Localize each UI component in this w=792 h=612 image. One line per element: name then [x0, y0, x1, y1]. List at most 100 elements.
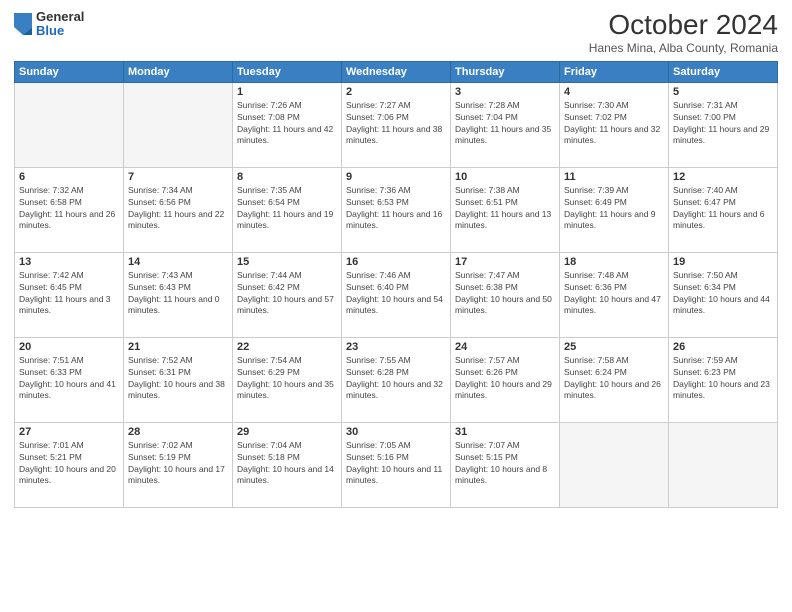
calendar-header-row: Sunday Monday Tuesday Wednesday Thursday… [15, 61, 778, 82]
calendar-cell: 4 Sunrise: 7:30 AM Sunset: 7:02 PM Daylig… [560, 82, 669, 167]
day-number: 12 [673, 171, 773, 183]
calendar-cell: 9 Sunrise: 7:36 AM Sunset: 6:53 PM Daylig… [342, 167, 451, 252]
title-block: October 2024 Hanes Mina, Alba County, Ro… [589, 10, 778, 55]
calendar-cell: 5 Sunrise: 7:31 AM Sunset: 7:00 PM Daylig… [669, 82, 778, 167]
calendar-cell: 30 Sunrise: 7:05 AM Sunset: 5:16 PM Dayli… [342, 422, 451, 507]
calendar-cell: 1 Sunrise: 7:26 AM Sunset: 7:08 PM Daylig… [233, 82, 342, 167]
logo: General Blue [14, 10, 84, 39]
calendar-cell: 21 Sunrise: 7:52 AM Sunset: 6:31 PM Dayli… [124, 337, 233, 422]
day-info: Sunrise: 7:27 AM Sunset: 7:06 PM Dayligh… [346, 100, 446, 148]
calendar-cell: 8 Sunrise: 7:35 AM Sunset: 6:54 PM Daylig… [233, 167, 342, 252]
day-info: Sunrise: 7:38 AM Sunset: 6:51 PM Dayligh… [455, 185, 555, 233]
day-number: 21 [128, 341, 228, 353]
day-number: 18 [564, 256, 664, 268]
day-number: 11 [564, 171, 664, 183]
day-number: 1 [237, 86, 337, 98]
calendar-cell: 16 Sunrise: 7:46 AM Sunset: 6:40 PM Dayli… [342, 252, 451, 337]
day-number: 15 [237, 256, 337, 268]
day-number: 9 [346, 171, 446, 183]
calendar-cell: 25 Sunrise: 7:58 AM Sunset: 6:24 PM Dayli… [560, 337, 669, 422]
location-subtitle: Hanes Mina, Alba County, Romania [589, 41, 778, 55]
day-number: 8 [237, 171, 337, 183]
calendar-cell: 27Sunrise: 7:01 AM Sunset: 5:21 PM Dayli… [15, 422, 124, 507]
header: General Blue October 2024 Hanes Mina, Al… [14, 10, 778, 55]
calendar-cell: 6Sunrise: 7:32 AM Sunset: 6:58 PM Daylig… [15, 167, 124, 252]
calendar-week-2: 6Sunrise: 7:32 AM Sunset: 6:58 PM Daylig… [15, 167, 778, 252]
calendar-cell: 3Sunrise: 7:28 AM Sunset: 7:04 PM Daylig… [451, 82, 560, 167]
day-number: 19 [673, 256, 773, 268]
header-tuesday: Tuesday [233, 61, 342, 82]
page: General Blue October 2024 Hanes Mina, Al… [0, 0, 792, 612]
calendar-cell [124, 82, 233, 167]
day-number: 7 [128, 171, 228, 183]
day-info: Sunrise: 7:34 AM Sunset: 6:56 PM Dayligh… [128, 185, 228, 233]
day-number: 16 [346, 256, 446, 268]
day-info: Sunrise: 7:26 AM Sunset: 7:08 PM Dayligh… [237, 100, 337, 148]
header-monday: Monday [124, 61, 233, 82]
logo-icon [14, 13, 32, 35]
logo-general-text: General [36, 10, 84, 24]
day-number: 14 [128, 256, 228, 268]
calendar-cell: 13Sunrise: 7:42 AM Sunset: 6:45 PM Dayli… [15, 252, 124, 337]
day-number: 20 [19, 341, 119, 353]
day-info: Sunrise: 7:51 AM Sunset: 6:33 PM Dayligh… [19, 355, 119, 403]
calendar-week-1: 1 Sunrise: 7:26 AM Sunset: 7:08 PM Daylig… [15, 82, 778, 167]
day-info: Sunrise: 7:44 AM Sunset: 6:42 PM Dayligh… [237, 270, 337, 318]
day-number: 22 [237, 341, 337, 353]
calendar-cell: 14Sunrise: 7:43 AM Sunset: 6:43 PM Dayli… [124, 252, 233, 337]
day-number: 13 [19, 256, 119, 268]
header-saturday: Saturday [669, 61, 778, 82]
day-info: Sunrise: 7:07 AM Sunset: 5:15 PM Dayligh… [455, 440, 555, 488]
day-info: Sunrise: 7:57 AM Sunset: 6:26 PM Dayligh… [455, 355, 555, 403]
day-info: Sunrise: 7:48 AM Sunset: 6:36 PM Dayligh… [564, 270, 664, 318]
calendar-cell [669, 422, 778, 507]
calendar-week-5: 27Sunrise: 7:01 AM Sunset: 5:21 PM Dayli… [15, 422, 778, 507]
logo-blue-text: Blue [36, 24, 84, 38]
day-number: 29 [237, 426, 337, 438]
month-title: October 2024 [589, 10, 778, 41]
calendar-cell: 18 Sunrise: 7:48 AM Sunset: 6:36 PM Dayli… [560, 252, 669, 337]
day-info: Sunrise: 7:35 AM Sunset: 6:54 PM Dayligh… [237, 185, 337, 233]
day-info: Sunrise: 7:36 AM Sunset: 6:53 PM Dayligh… [346, 185, 446, 233]
day-number: 30 [346, 426, 446, 438]
header-friday: Friday [560, 61, 669, 82]
day-info: Sunrise: 7:54 AM Sunset: 6:29 PM Dayligh… [237, 355, 337, 403]
day-info: Sunrise: 7:39 AM Sunset: 6:49 PM Dayligh… [564, 185, 664, 233]
calendar-cell: 10 Sunrise: 7:38 AM Sunset: 6:51 PM Dayli… [451, 167, 560, 252]
day-info: Sunrise: 7:55 AM Sunset: 6:28 PM Dayligh… [346, 355, 446, 403]
day-number: 4 [564, 86, 664, 98]
day-info: Sunrise: 7:30 AM Sunset: 7:02 PM Dayligh… [564, 100, 664, 148]
day-number: 5 [673, 86, 773, 98]
day-info: Sunrise: 7:46 AM Sunset: 6:40 PM Dayligh… [346, 270, 446, 318]
calendar-cell: 28Sunrise: 7:02 AM Sunset: 5:19 PM Dayli… [124, 422, 233, 507]
calendar-cell: 19Sunrise: 7:50 AM Sunset: 6:34 PM Dayli… [669, 252, 778, 337]
day-number: 24 [455, 341, 555, 353]
calendar-table: Sunday Monday Tuesday Wednesday Thursday… [14, 61, 778, 508]
calendar-cell: 24 Sunrise: 7:57 AM Sunset: 6:26 PM Dayli… [451, 337, 560, 422]
day-info: Sunrise: 7:04 AM Sunset: 5:18 PM Dayligh… [237, 440, 337, 488]
day-info: Sunrise: 7:47 AM Sunset: 6:38 PM Dayligh… [455, 270, 555, 318]
calendar-cell: 22 Sunrise: 7:54 AM Sunset: 6:29 PM Dayli… [233, 337, 342, 422]
calendar-cell: 2Sunrise: 7:27 AM Sunset: 7:06 PM Daylig… [342, 82, 451, 167]
day-number: 17 [455, 256, 555, 268]
calendar-week-4: 20 Sunrise: 7:51 AM Sunset: 6:33 PM Dayli… [15, 337, 778, 422]
day-info: Sunrise: 7:52 AM Sunset: 6:31 PM Dayligh… [128, 355, 228, 403]
header-thursday: Thursday [451, 61, 560, 82]
day-number: 31 [455, 426, 555, 438]
calendar-cell [15, 82, 124, 167]
day-info: Sunrise: 7:31 AM Sunset: 7:00 PM Dayligh… [673, 100, 773, 148]
day-number: 25 [564, 341, 664, 353]
day-number: 27 [19, 426, 119, 438]
logo-text: General Blue [36, 10, 84, 39]
day-number: 3 [455, 86, 555, 98]
day-info: Sunrise: 7:05 AM Sunset: 5:16 PM Dayligh… [346, 440, 446, 488]
day-info: Sunrise: 7:58 AM Sunset: 6:24 PM Dayligh… [564, 355, 664, 403]
day-number: 26 [673, 341, 773, 353]
day-number: 10 [455, 171, 555, 183]
calendar-cell [560, 422, 669, 507]
calendar-cell: 7 Sunrise: 7:34 AM Sunset: 6:56 PM Daylig… [124, 167, 233, 252]
day-info: Sunrise: 7:59 AM Sunset: 6:23 PM Dayligh… [673, 355, 773, 403]
day-number: 28 [128, 426, 228, 438]
day-info: Sunrise: 7:40 AM Sunset: 6:47 PM Dayligh… [673, 185, 773, 233]
calendar-cell: 31 Sunrise: 7:07 AM Sunset: 5:15 PM Dayli… [451, 422, 560, 507]
